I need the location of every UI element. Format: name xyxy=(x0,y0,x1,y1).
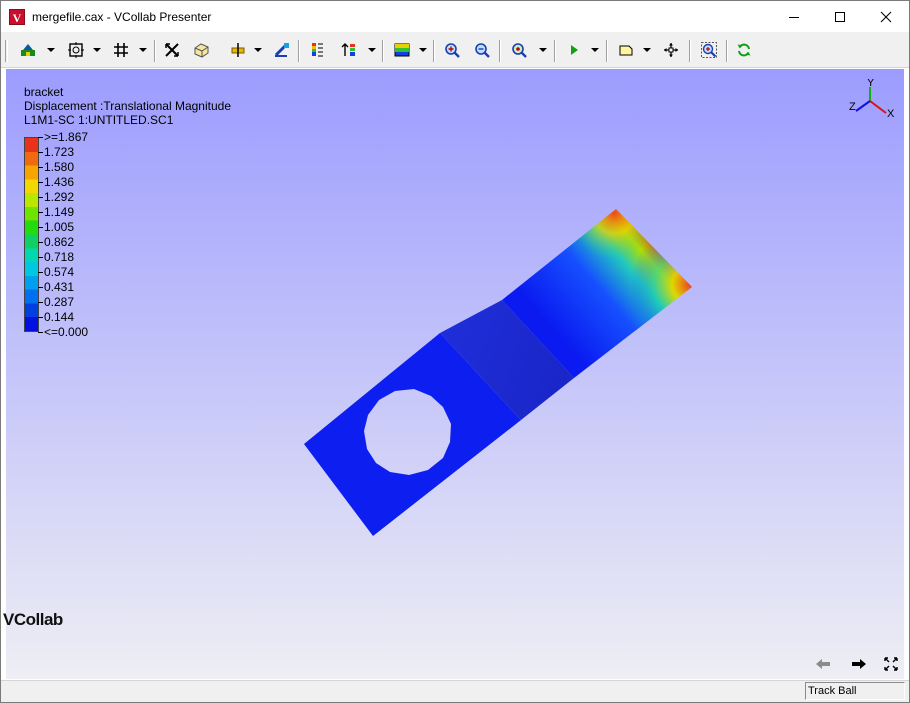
interaction-mode-status: Track Ball xyxy=(805,682,905,700)
graphics-viewport[interactable]: bracket Displacement :Translational Magn… xyxy=(6,69,904,679)
window-controls xyxy=(771,1,909,32)
zoom-in-icon xyxy=(445,43,460,58)
display-mode-button[interactable] xyxy=(17,39,39,61)
previous-view-button[interactable] xyxy=(812,654,834,674)
pan-button[interactable] xyxy=(660,39,682,61)
sort-dropdown[interactable] xyxy=(368,48,376,52)
maximize-button[interactable] xyxy=(817,1,863,32)
display-mode-dropdown[interactable] xyxy=(47,48,55,52)
grid-button[interactable] xyxy=(110,39,132,61)
toolbar-grip[interactable] xyxy=(5,40,8,62)
transform-icon xyxy=(231,43,245,57)
contour-icon xyxy=(394,43,410,57)
explode-button[interactable] xyxy=(161,39,183,61)
play-dropdown[interactable] xyxy=(591,48,599,52)
sort-icon xyxy=(341,43,355,56)
close-button[interactable] xyxy=(863,1,909,32)
arrow-left-icon xyxy=(816,659,830,669)
zoom-out-button[interactable] xyxy=(471,39,493,61)
maximize-icon xyxy=(835,11,845,22)
contour-button[interactable] xyxy=(391,39,413,61)
contour-dropdown[interactable] xyxy=(419,48,427,52)
app-icon[interactable]: V xyxy=(9,8,25,25)
minimize-button[interactable] xyxy=(771,1,817,32)
legend-button[interactable] xyxy=(306,39,328,61)
note-dropdown[interactable] xyxy=(643,48,651,52)
fit-view-dropdown[interactable] xyxy=(93,48,101,52)
toolbar-separator xyxy=(689,40,691,62)
toolbar-separator xyxy=(499,40,501,62)
zoom-in-button[interactable] xyxy=(441,39,463,61)
minimize-icon xyxy=(789,16,799,18)
probe-icon xyxy=(274,43,289,57)
toolbar-separator xyxy=(726,40,728,62)
zoom-box-dropdown[interactable] xyxy=(539,48,547,52)
zoom-box-button[interactable] xyxy=(508,39,530,61)
fit-view-button[interactable] xyxy=(65,39,87,61)
fullscreen-button[interactable] xyxy=(880,654,902,674)
app-window: V mergefile.cax - VCollab Presenter brac… xyxy=(0,0,910,703)
next-view-button[interactable] xyxy=(848,654,870,674)
toolbar-separator xyxy=(606,40,608,62)
refresh-button[interactable] xyxy=(733,39,755,61)
toolbar-separator xyxy=(382,40,384,62)
toolbar-separator xyxy=(433,40,435,62)
grid-icon xyxy=(114,43,128,57)
fullscreen-icon xyxy=(884,657,898,671)
title-bar[interactable]: V mergefile.cax - VCollab Presenter xyxy=(1,1,909,32)
play-button[interactable] xyxy=(563,39,585,61)
probe-button[interactable] xyxy=(271,39,293,61)
pan-icon xyxy=(664,43,678,57)
vcollab-logo: VCollab xyxy=(3,610,63,629)
refresh-icon xyxy=(737,43,751,57)
zoom-box-icon xyxy=(512,43,527,58)
legend-icon xyxy=(312,43,323,57)
explode-icon xyxy=(165,43,179,57)
zoom-fit-button[interactable] xyxy=(698,39,720,61)
box-view-button[interactable] xyxy=(190,39,212,61)
transform-button[interactable] xyxy=(227,39,249,61)
fit-view-icon xyxy=(68,42,84,58)
close-icon xyxy=(880,11,892,22)
toolbar-separator xyxy=(154,40,156,62)
window-title: mergefile.cax - VCollab Presenter xyxy=(32,9,212,24)
display-mode-icon xyxy=(21,44,35,56)
main-toolbar xyxy=(1,32,909,68)
bracket-model[interactable] xyxy=(6,69,904,679)
transform-dropdown[interactable] xyxy=(254,48,262,52)
zoom-out-icon xyxy=(475,43,490,58)
note-icon xyxy=(619,45,633,56)
note-button[interactable] xyxy=(615,39,637,61)
sort-button[interactable] xyxy=(338,39,360,61)
play-icon xyxy=(571,45,578,55)
zoom-fit-icon xyxy=(701,42,717,58)
grid-dropdown[interactable] xyxy=(139,48,147,52)
toolbar-separator xyxy=(298,40,300,62)
status-bar: Track Ball xyxy=(1,680,909,702)
toolbar-separator xyxy=(554,40,556,62)
arrow-right-icon xyxy=(852,659,866,669)
box-view-icon xyxy=(194,43,209,58)
